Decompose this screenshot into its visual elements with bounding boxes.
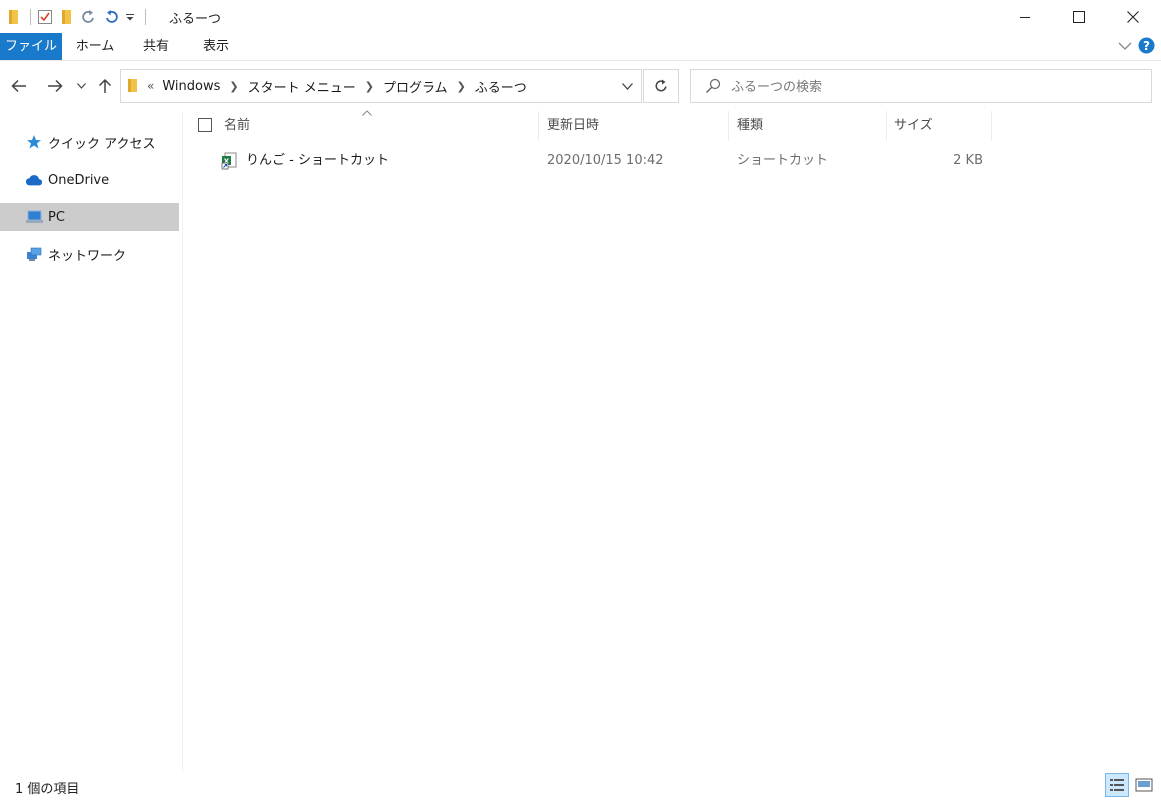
chevron-right-icon[interactable]: ❯ (229, 80, 238, 93)
computer-icon (25, 209, 43, 225)
tab-view[interactable]: 表示 (188, 33, 244, 60)
column-size[interactable]: サイズ (894, 111, 933, 141)
tab-home[interactable]: ホーム (66, 33, 124, 60)
chevron-down-icon (622, 83, 633, 90)
forward-arrow-icon (47, 79, 63, 93)
new-folder-icon[interactable] (59, 9, 75, 25)
navigation-pane: クイック アクセス OneDrive PC ネットワーク (0, 111, 183, 771)
address-bar[interactable]: « Windows ❯ スタート メニュー ❯ プログラム ❯ ふるーつ (120, 69, 642, 103)
chevron-right-icon[interactable]: ❯ (457, 80, 466, 93)
sidebar-item-label: クイック アクセス (48, 133, 155, 152)
file-row[interactable]: X りんご - ショートカット 2020/10/15 10:42 ショートカット… (183, 148, 993, 174)
search-input[interactable] (729, 70, 1143, 104)
properties-icon[interactable] (37, 9, 53, 25)
column-divider[interactable] (538, 111, 539, 141)
undo-icon[interactable] (103, 9, 119, 25)
sidebar-item-quick-access[interactable]: クイック アクセス (0, 128, 179, 156)
column-type[interactable]: 種類 (737, 111, 763, 141)
up-arrow-icon (98, 78, 112, 94)
maximize-icon (1073, 11, 1085, 23)
breadcrumb: « Windows ❯ スタート メニュー ❯ プログラム ❯ ふるーつ (147, 70, 527, 102)
tab-file[interactable]: ファイル (0, 33, 62, 60)
minimize-button[interactable] (997, 0, 1053, 33)
window-title: ふるーつ (169, 8, 221, 27)
chevron-down-icon (77, 83, 86, 89)
column-divider[interactable] (886, 111, 887, 141)
refresh-icon (654, 79, 668, 93)
details-view-icon (1109, 777, 1125, 793)
sidebar-item-label: OneDrive (48, 173, 109, 188)
close-icon (1127, 11, 1139, 23)
maximize-button[interactable] (1051, 0, 1107, 33)
large-icons-view-icon (1135, 778, 1153, 792)
column-date[interactable]: 更新日時 (547, 111, 599, 141)
file-date: 2020/10/15 10:42 (547, 148, 664, 174)
breadcrumb-overflow[interactable]: « (147, 79, 154, 93)
folder-icon (127, 78, 139, 97)
status-bar: 1 個の項目 (0, 771, 1161, 800)
title-bar: ふるーつ (0, 0, 1161, 33)
back-button[interactable] (8, 75, 30, 97)
minimize-icon (1019, 11, 1031, 23)
details-view-button[interactable] (1105, 773, 1129, 797)
breadcrumb-item[interactable]: ふるーつ (475, 77, 527, 96)
star-icon (25, 134, 43, 150)
folder-icon (6, 9, 22, 25)
sidebar-item-network[interactable]: ネットワーク (0, 240, 179, 268)
column-name[interactable]: 名前 (224, 111, 250, 141)
item-count: 1 個の項目 (15, 778, 79, 797)
navigation-bar: « Windows ❯ スタート メニュー ❯ プログラム ❯ ふるーつ (0, 61, 1161, 111)
column-header: 名前 更新日時 種類 サイズ (183, 111, 1161, 141)
ribbon-controls: ? (1118, 37, 1155, 54)
large-icons-view-button[interactable] (1132, 773, 1156, 797)
redo-icon[interactable] (81, 9, 97, 25)
forward-button[interactable] (44, 75, 66, 97)
toolbar-separator (145, 9, 146, 25)
customize-dropdown-icon[interactable] (125, 9, 135, 25)
ribbon-tabs: ファイル ホーム 共有 表示 ? (0, 33, 1161, 61)
sidebar-item-onedrive[interactable]: OneDrive (0, 166, 179, 194)
breadcrumb-item[interactable]: プログラム (383, 77, 448, 96)
expand-ribbon-icon[interactable] (1118, 41, 1132, 51)
search-icon (705, 78, 721, 98)
breadcrumb-item[interactable]: Windows (162, 79, 220, 94)
tab-share[interactable]: 共有 (128, 33, 184, 60)
file-size: 2 KB (894, 148, 983, 174)
excel-shortcut-icon: X (221, 152, 239, 170)
svg-text:?: ? (1143, 39, 1150, 53)
sort-ascending-icon (362, 105, 372, 120)
quick-access-toolbar (6, 6, 152, 28)
column-divider[interactable] (991, 111, 992, 141)
up-button[interactable] (94, 75, 116, 97)
sidebar-item-label: ネットワーク (48, 245, 126, 264)
recent-locations-button[interactable] (72, 75, 90, 97)
column-divider[interactable] (728, 111, 729, 141)
network-icon (25, 246, 43, 262)
close-button[interactable] (1105, 0, 1161, 33)
file-type: ショートカット (737, 148, 828, 174)
breadcrumb-item[interactable]: スタート メニュー (248, 77, 356, 96)
sidebar-item-label: PC (48, 210, 65, 225)
address-dropdown-button[interactable] (613, 70, 641, 102)
cloud-icon (25, 172, 43, 188)
back-arrow-icon (11, 79, 27, 93)
file-name: りんご - ショートカット (246, 148, 389, 174)
select-all-checkbox[interactable] (198, 118, 212, 132)
sidebar-item-pc[interactable]: PC (0, 203, 179, 231)
help-icon[interactable]: ? (1138, 37, 1155, 54)
refresh-button[interactable] (643, 69, 679, 103)
search-box[interactable] (690, 69, 1152, 103)
toolbar-separator (30, 9, 31, 25)
chevron-right-icon[interactable]: ❯ (365, 80, 374, 93)
